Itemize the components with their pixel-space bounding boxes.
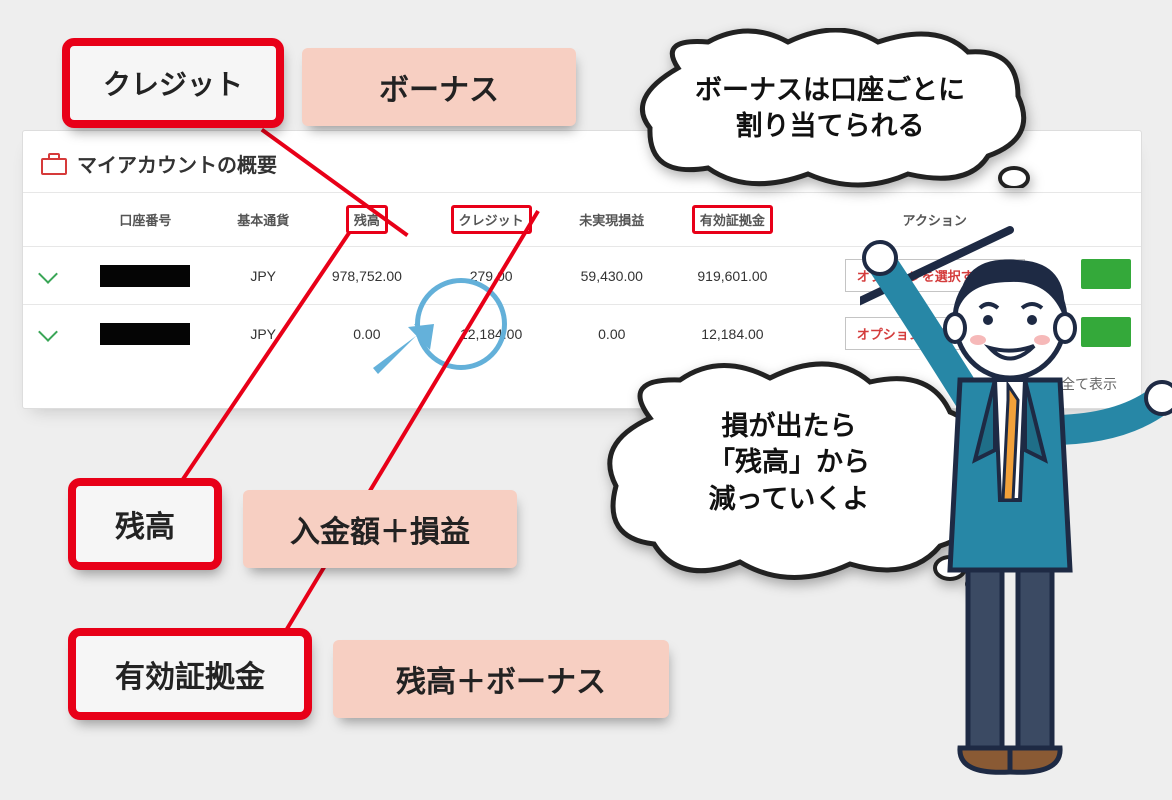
businessman-illustration (860, 200, 1172, 790)
account-number-masked (100, 265, 190, 287)
cell-balance: 978,752.00 (309, 247, 425, 305)
panel-title: マイアカウントの概要 (77, 149, 277, 178)
col-account: 口座番号 (73, 193, 218, 247)
callout-credit: クレジット (62, 38, 284, 128)
chevron-down-icon[interactable] (38, 264, 58, 284)
callout-bonus: ボーナス (302, 48, 576, 126)
cell-margin: 919,601.00 (666, 247, 798, 305)
col-credit: クレジット (425, 193, 557, 247)
briefcase-icon (41, 153, 67, 175)
col-currency: 基本通貨 (218, 193, 309, 247)
cell-currency: JPY (218, 247, 309, 305)
col-margin: 有効証拠金 (666, 193, 798, 247)
callout-margin-desc: 残高＋ボーナス (333, 640, 669, 718)
callout-balance-desc: 入金額＋損益 (243, 490, 517, 568)
speech-text-top: ボーナスは口座ごとに割り当てられる (660, 72, 1000, 145)
callout-balance: 残高 (68, 478, 222, 570)
callout-margin: 有効証拠金 (68, 628, 312, 720)
cell-unreal: 0.00 (557, 305, 666, 363)
cell-unreal: 59,430.00 (557, 247, 666, 305)
arrow-icon (368, 324, 438, 384)
chevron-down-icon[interactable] (38, 322, 58, 342)
col-unrealized: 未実現損益 (557, 193, 666, 247)
account-number-masked (100, 323, 190, 345)
cell-margin: 12,184.00 (666, 305, 798, 363)
col-balance: 残高 (309, 193, 425, 247)
